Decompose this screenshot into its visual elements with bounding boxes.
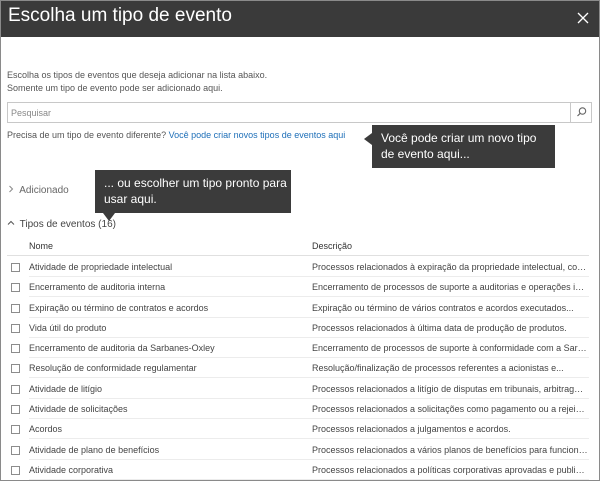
row-name: Atividade de plano de benefícios xyxy=(29,444,160,455)
row-description: Processos relacionados a litígio de disp… xyxy=(312,383,588,394)
row-name: Expiração ou término de contratos e acor… xyxy=(29,302,209,313)
event-type-dialog: Escolha um tipo de evento Escolha os tip… xyxy=(0,0,600,481)
table-row[interactable]: Acordos Processos relacionados a julgame… xyxy=(1,419,599,440)
create-callout: Você pode criar um novo tipo de evento a… xyxy=(364,125,555,168)
event-type-list: Atividade de propriedade intelectual Pro… xyxy=(1,257,599,480)
dialog-intro: Escolha os tipos de eventos que deseja a… xyxy=(7,69,567,95)
header-divider xyxy=(7,255,589,256)
callout-arrow xyxy=(364,133,372,145)
column-header-name[interactable]: Nome xyxy=(29,241,53,251)
create-callout-line-2: de evento aqui... xyxy=(381,147,470,161)
row-checkbox[interactable] xyxy=(11,384,20,394)
need-different-type: Precisa de um tipo de evento diferente? … xyxy=(7,130,345,140)
row-checkbox[interactable] xyxy=(11,303,20,313)
row-name: Atividade de solicitações xyxy=(29,404,128,415)
create-event-type-link[interactable]: Você pode criar novos tipos de eventos a… xyxy=(169,130,346,140)
table-row[interactable]: Encerramento de auditoria da Sarbanes-Ox… xyxy=(1,338,599,359)
choose-callout-line-2: usar aqui. xyxy=(104,192,157,206)
table-row[interactable]: Resolução de conformidade regulamentar R… xyxy=(1,358,599,379)
search-input[interactable] xyxy=(8,103,570,122)
row-checkbox[interactable] xyxy=(11,323,20,333)
row-checkbox[interactable] xyxy=(11,263,20,272)
row-description: Processos relacionados a vários planos d… xyxy=(312,444,588,455)
search-button[interactable] xyxy=(570,103,591,122)
row-checkbox[interactable] xyxy=(11,344,20,354)
row-checkbox[interactable] xyxy=(11,445,20,455)
table-row[interactable]: Atividade de litígio Processos relaciona… xyxy=(1,379,599,399)
choose-callout: ... ou escolher um tipo pronto para usar… xyxy=(95,170,291,221)
row-name: Atividade de propriedade intelectual xyxy=(29,262,173,272)
row-name: Encerramento de auditoria da Sarbanes-Ox… xyxy=(29,343,215,354)
table-row[interactable]: Vida útil do produto Processos relaciona… xyxy=(1,318,599,338)
row-name: Atividade corporativa xyxy=(29,464,114,475)
search-box xyxy=(7,102,592,123)
chevron-up-icon xyxy=(7,219,17,230)
row-description: Processos relacionados a julgamentos e a… xyxy=(312,424,511,435)
row-description: Expiração ou término de vários contratos… xyxy=(312,302,574,313)
close-icon[interactable] xyxy=(573,8,593,28)
chevron-right-icon xyxy=(7,185,17,196)
row-name: Vida útil do produto xyxy=(29,322,107,333)
section-added-label: Adicionado xyxy=(19,185,69,197)
search-icon xyxy=(577,107,587,117)
intro-line-2: Somente um tipo de evento pode ser adici… xyxy=(7,83,223,93)
need-text: Precisa de um tipo de evento diferente? xyxy=(7,130,167,140)
table-row[interactable]: Atividade corporativa Processos relacion… xyxy=(1,460,599,480)
row-name: Resolução de conformidade regulamentar xyxy=(29,363,197,374)
create-callout-line-1: Você pode criar um novo tipo xyxy=(381,131,537,145)
row-divider xyxy=(29,478,589,480)
row-description: Processos relacionados a solicitações co… xyxy=(312,404,588,415)
row-description: Processos relacionados à expiração da pr… xyxy=(312,262,588,272)
row-description: Resolução/finalização de processos refer… xyxy=(312,363,564,374)
row-name: Atividade de litígio xyxy=(29,383,103,394)
row-checkbox[interactable] xyxy=(11,465,20,475)
choose-callout-line-1: ... ou escolher um tipo pronto para xyxy=(104,176,287,190)
table-row[interactable]: Atividade de solicitações Processos rela… xyxy=(1,399,599,420)
row-checkbox[interactable] xyxy=(11,283,20,293)
table-row[interactable]: Atividade de propriedade intelectual Pro… xyxy=(1,257,599,277)
column-header-description[interactable]: Descrição xyxy=(312,241,352,251)
intro-line-1: Escolha os tipos de eventos que deseja a… xyxy=(7,70,268,80)
section-types-label: Tipos de eventos (16) xyxy=(19,219,116,231)
section-added[interactable]: Adicionado xyxy=(7,185,69,196)
dialog-title: Escolha um tipo de evento xyxy=(8,5,232,26)
row-description: Encerramento de processos de suporte a a… xyxy=(312,282,588,293)
section-event-types[interactable]: Tipos de eventos (16) xyxy=(7,219,116,230)
dialog-titlebar: Escolha um tipo de evento xyxy=(1,1,599,37)
row-description: Processos relacionados a políticas corpo… xyxy=(312,464,588,475)
row-name: Acordos xyxy=(29,424,63,435)
row-description: Processos relacionados à última data de … xyxy=(312,322,567,333)
table-row[interactable]: Atividade de plano de benefícios Process… xyxy=(1,440,599,460)
row-checkbox[interactable] xyxy=(11,364,20,374)
row-checkbox[interactable] xyxy=(11,425,20,435)
table-row[interactable]: Encerramento de auditoria interna Encerr… xyxy=(1,277,599,298)
row-description: Encerramento de processos de suporte à c… xyxy=(312,343,588,354)
table-row[interactable]: Expiração ou término de contratos e acor… xyxy=(1,298,599,318)
row-checkbox[interactable] xyxy=(11,405,20,415)
row-name: Encerramento de auditoria interna xyxy=(29,282,166,293)
